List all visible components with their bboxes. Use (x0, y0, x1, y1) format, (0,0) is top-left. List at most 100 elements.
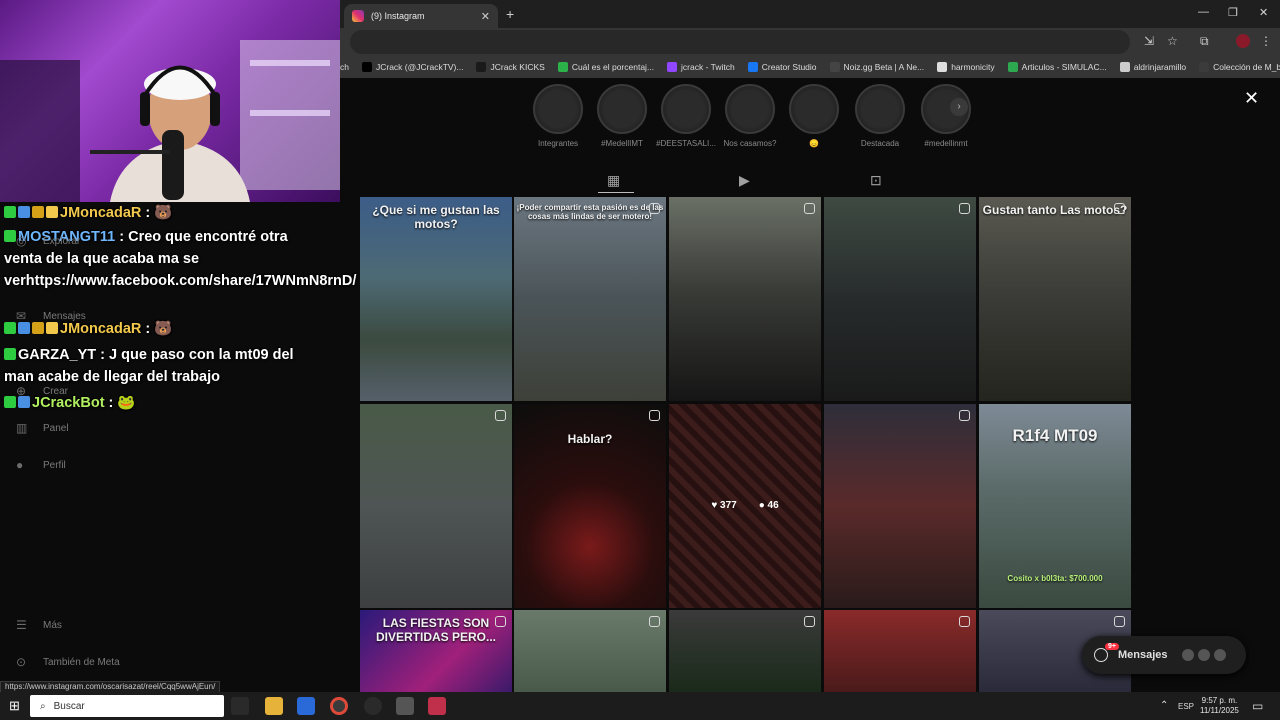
close-window-button[interactable]: ✕ (1259, 6, 1268, 19)
profile-avatar[interactable] (1236, 34, 1250, 48)
post-price-text: Cosito x b0l3ta: $700.000 (1007, 574, 1103, 583)
sidebar-item-1[interactable]: ✉ Mensajes (16, 309, 86, 323)
chat-badge-icon (46, 206, 58, 218)
highlight-item[interactable]: #MedellIMT (594, 84, 650, 148)
post-thumbnail[interactable]: LAS FIESTAS SON DIVERTIDAS PERO... (360, 610, 512, 692)
address-bar[interactable] (350, 30, 1130, 54)
search-placeholder: Buscar (53, 700, 85, 712)
highlight-item[interactable]: Destacada (852, 84, 908, 148)
sidebar-item-2[interactable]: ⊕ Crear (16, 384, 68, 398)
sidebar-item-label: Más (43, 619, 62, 631)
chat-badge-icon (32, 206, 44, 218)
tray-expand-icon[interactable]: ⌃ (1160, 700, 1168, 711)
chrome-icon[interactable] (330, 697, 348, 715)
highlight-item[interactable]: #medellinmt (918, 84, 974, 148)
highlight-item[interactable]: #DEESTASALI... (656, 84, 716, 148)
reel-icon (804, 203, 815, 214)
task-view-icon[interactable] (231, 697, 249, 715)
bookmark-star-icon[interactable]: ☆ (1167, 34, 1178, 48)
outlook-icon[interactable] (297, 697, 315, 715)
obs-icon[interactable] (364, 697, 382, 715)
extensions-icon[interactable]: ⧉ (1200, 34, 1209, 49)
avatar (1181, 649, 1194, 661)
post-thumbnail[interactable]: ♥ 377 ● 46 (669, 404, 821, 608)
post-thumbnail[interactable] (514, 610, 666, 692)
install-app-icon[interactable]: ⇲ (1144, 34, 1154, 48)
highlight-label: #DEESTASALI... (656, 139, 716, 148)
unread-badge: 9+ (1105, 643, 1119, 650)
post-thumbnail[interactable] (669, 610, 821, 692)
sidebar-item-label: Perfil (43, 459, 66, 471)
hover-overlay: ♥ 377 ● 46 (669, 404, 821, 608)
sidebar-item-4[interactable]: ● Perfil (16, 458, 66, 472)
bookmark-item[interactable]: harmonicity (937, 62, 995, 72)
post-thumbnail[interactable] (669, 197, 821, 401)
reel-icon (495, 410, 506, 421)
minimize-button[interactable]: — (1198, 6, 1209, 18)
restore-button[interactable]: ❐ (1228, 6, 1238, 19)
file-explorer-icon[interactable] (265, 697, 283, 715)
bookmark-item[interactable]: Creator Studio (747, 62, 817, 72)
post-thumbnail[interactable]: ¡Poder compartir esta pasión es de las c… (514, 197, 666, 401)
bookmark-item[interactable]: ch (340, 62, 349, 72)
post-thumbnail[interactable]: R1f4 MT09 Cosito x b0l3ta: $700.000 (979, 404, 1131, 608)
start-icon[interactable]: ⊞ (9, 698, 20, 714)
post-thumbnail[interactable] (824, 610, 976, 692)
reel-icon (649, 616, 660, 627)
bookmark-item[interactable]: JCrack (@JCrackTV)... (361, 62, 463, 72)
tab-title: (9) Instagram (371, 11, 425, 21)
post-caption-text: ¡Poder compartir esta pasión es de las c… (516, 203, 664, 221)
menu-kebab-icon[interactable]: ⋮ (1260, 34, 1272, 48)
sidebar-item-3[interactable]: ▥ Panel (16, 421, 69, 435)
chat-username: JMoncadaR (60, 205, 142, 221)
sidebar-item-0[interactable]: ◎ Explorar (16, 234, 80, 248)
bookmark-item[interactable]: Articulos - SIMULAC... (1007, 62, 1107, 72)
sidebar-item-5[interactable]: ☰ Más (16, 618, 62, 632)
new-tab-button[interactable]: + (506, 6, 514, 22)
post-thumbnail[interactable] (360, 404, 512, 608)
post-thumbnail[interactable]: Hablar? (514, 404, 666, 608)
avatar (1213, 649, 1226, 661)
taskbar-search[interactable]: ⌕ Buscar (30, 695, 224, 717)
close-modal-button[interactable]: ✕ (1244, 88, 1259, 109)
post-thumbnail[interactable]: Gustan tanto Las motos? (979, 197, 1131, 401)
highlight-cover (661, 84, 711, 134)
chat-badge-icon (4, 396, 16, 408)
highlight-label: Integrantes (537, 139, 579, 148)
bookmark-item[interactable]: Noiz.gg Beta | A Ne... (829, 62, 924, 72)
highlight-item[interactable]: Integrantes (530, 84, 586, 148)
bookmark-label: Articulos - SIMULAC... (1021, 62, 1107, 72)
chat-badge-icon (46, 322, 58, 334)
chat-badge-icon (18, 322, 30, 334)
bookmark-item[interactable]: JCrack KICKS (476, 62, 545, 72)
tab-reels[interactable]: ▶ (739, 172, 750, 189)
tab-close-icon[interactable]: ✕ (481, 10, 490, 23)
tab-tagged[interactable]: ⊡ (870, 172, 882, 189)
bookmarks-bar: ch JCrack (@JCrackTV)... JCrack KICKS Cuál … (340, 56, 1280, 78)
post-stats: ♥ 377 ● 46 (669, 500, 821, 511)
bookmark-item[interactable]: jcrack - Twitch (667, 62, 735, 72)
tab-posts[interactable]: ▦ (607, 172, 620, 189)
language-indicator[interactable]: ESP (1178, 702, 1194, 711)
bookmark-item[interactable]: Colección de M_blei... (1199, 62, 1280, 72)
app-icon[interactable] (428, 697, 446, 715)
tab-instagram[interactable]: (9) Instagram ✕ (344, 4, 498, 28)
reel-icon (959, 203, 970, 214)
sidebar-item-label: Mensajes (43, 310, 86, 322)
highlight-item[interactable]: 😞 (786, 84, 842, 148)
highlights-next-button[interactable]: › (950, 98, 968, 116)
bookmark-item[interactable]: Cuál es el porcentaj... (557, 62, 654, 72)
clock[interactable]: 9:57 p. m. 11/11/2025 (1200, 696, 1239, 716)
reel-icon (959, 616, 970, 627)
post-thumbnail[interactable] (824, 197, 976, 401)
bookmark-label: aldrinjaramillo (1133, 62, 1187, 72)
sidebar-item-6[interactable]: ⊙ También de Meta (16, 655, 120, 669)
bookmark-item[interactable]: aldrinjaramillo (1119, 62, 1187, 72)
messages-pill[interactable]: 9+ Mensajes (1082, 636, 1246, 674)
notifications-icon[interactable]: ▭ (1252, 699, 1263, 713)
app-icon[interactable] (396, 697, 414, 715)
post-thumbnail[interactable] (824, 404, 976, 608)
highlight-item[interactable]: Nos casamos? (722, 84, 778, 148)
sidebar-item-label: Crear (43, 385, 69, 397)
post-thumbnail[interactable]: ¿Que si me gustan las motos? (360, 197, 512, 401)
